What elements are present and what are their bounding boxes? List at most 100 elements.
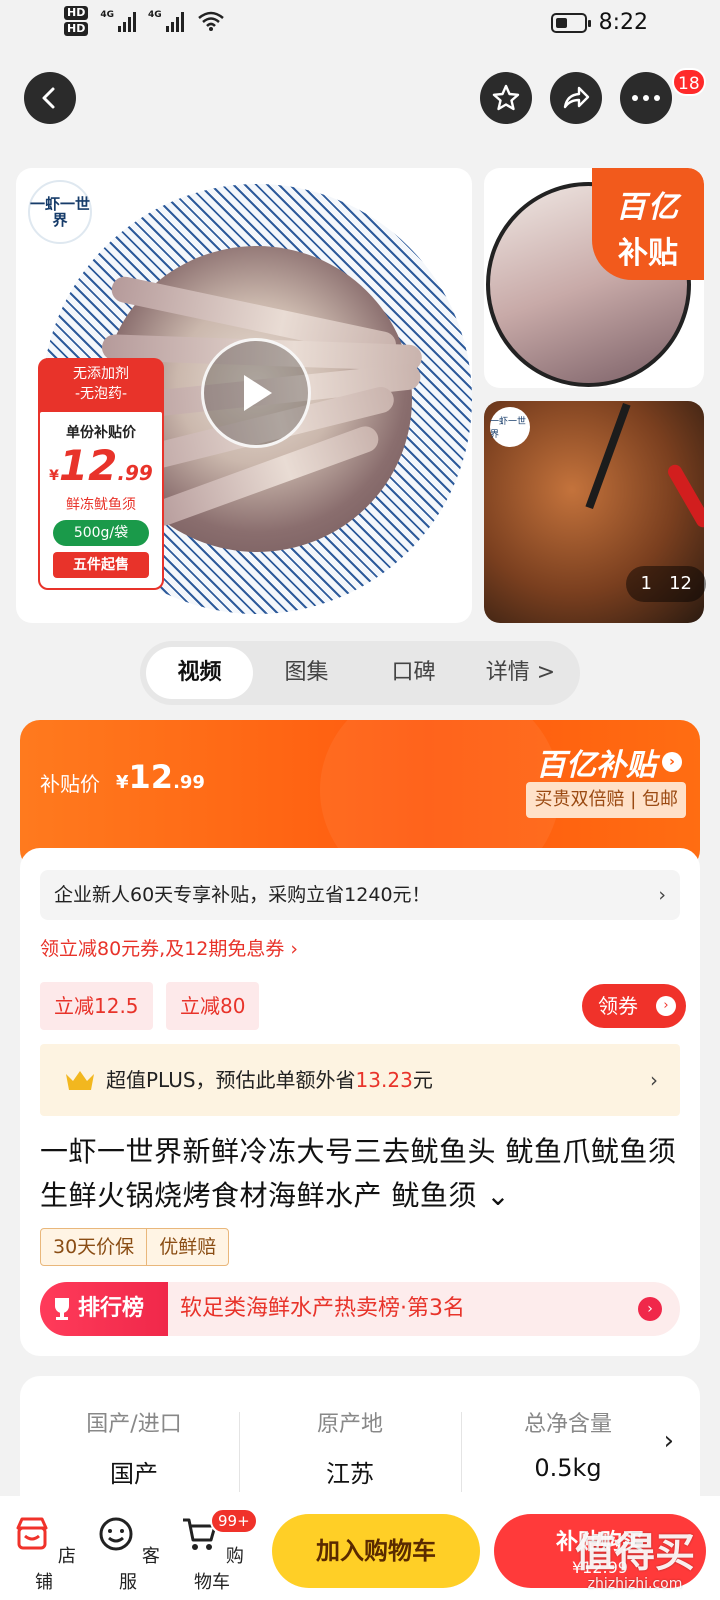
- media-tabs: 视频 图集 口碑 详情 >: [140, 641, 580, 705]
- share-icon: [563, 86, 590, 109]
- price-card-overlay: 无添加剂 -无泡药- 单份补贴价 ¥ 12 .99 鲜冻鱿鱼须 500g/袋 五…: [38, 358, 164, 590]
- status-right: 8:22: [550, 10, 648, 35]
- shop-icon: [16, 1517, 48, 1550]
- get-coupon-label: 领券: [598, 994, 638, 1018]
- watermark-main: 值得买: [575, 1530, 695, 1576]
- wifi-icon: [197, 11, 224, 31]
- star-icon: [492, 84, 520, 111]
- more-badge: 18: [672, 68, 706, 96]
- price-card-weight: 500g/袋: [53, 520, 149, 546]
- chevron-right-icon: ›: [663, 1426, 674, 1456]
- sim2-label: 4G: [148, 10, 162, 20]
- signal-icon-1: 4G: [100, 10, 136, 32]
- promo-stamp-line2: -无泡药-: [74, 386, 128, 402]
- spec-value: 江苏: [326, 1460, 374, 1488]
- price-card-currency: ¥: [49, 468, 59, 484]
- spec-key: 总净含量: [523, 1412, 612, 1437]
- watermark: 值得买 zhizhizhi.com: [560, 1530, 710, 1600]
- play-icon: [244, 375, 272, 411]
- hd-badges: HD HD: [64, 6, 89, 36]
- plus-prefix: 超值PLUS，预估此单额外省: [106, 1068, 356, 1092]
- ranking-badge: 排行榜: [40, 1282, 168, 1336]
- shop-button[interactable]: 店铺: [4, 1514, 84, 1594]
- tab-details[interactable]: 详情 >: [467, 647, 574, 699]
- service-tag-fresh-guarantee: 优鲜赔: [146, 1229, 228, 1265]
- subsidy-price-currency: ¥: [116, 772, 129, 793]
- price-card-price: ¥ 12 .99: [40, 444, 162, 488]
- battery-fill: [555, 17, 567, 28]
- signal-icon-2: 4G: [148, 10, 184, 32]
- add-to-cart-button[interactable]: 加入购物车: [272, 1514, 480, 1588]
- promo-stamp: 无添加剂 -无泡药-: [38, 358, 164, 414]
- subsidy-price: ¥ 12 .99: [116, 758, 205, 796]
- brand-logo: 一虾一世界: [28, 180, 92, 244]
- subsidy-badge: 百亿 补贴: [592, 168, 704, 280]
- tab-reviews[interactable]: 口碑: [360, 647, 467, 699]
- price-card-name: 鲜冻鱿鱼须: [66, 497, 136, 513]
- chevron-right-icon: ›: [650, 1068, 658, 1092]
- spec-value: 0.5kg: [534, 1454, 602, 1482]
- new-user-subsidy-row[interactable]: 企业新人60天专享补贴，采购立省1240元！ ›: [40, 870, 680, 920]
- tab-video[interactable]: 视频: [146, 647, 253, 699]
- thumb-brand-logo: 一虾一世界: [490, 407, 530, 447]
- guarantee-tag: 买贵双倍赔 | 包邮: [526, 782, 686, 818]
- favorite-button[interactable]: [480, 72, 532, 124]
- price-card-integer: 12: [58, 441, 118, 490]
- service-tags[interactable]: 30天价保 优鲜赔: [40, 1228, 230, 1266]
- discount-tag-2: 立减80: [166, 982, 260, 1030]
- chevron-right-icon: ›: [662, 752, 682, 772]
- customer-service-button[interactable]: 客服: [88, 1514, 168, 1594]
- plus-savings-row[interactable]: 超值PLUS，预估此单额外省13.23元 ›: [40, 1044, 680, 1116]
- product-title[interactable]: 一虾一世界新鲜冷冻大号三去鱿鱼头 鱿鱼爪鱿鱼须生鲜火锅烧烤食材海鲜水产 鱿鱼须 …: [40, 1130, 680, 1218]
- promo-stamp-line1: 无添加剂: [73, 366, 129, 382]
- image-counter-total: 12: [669, 573, 692, 594]
- status-left: HD HD 4G 4G: [64, 6, 224, 36]
- customer-service-icon: [99, 1517, 133, 1551]
- trophy-icon: [55, 1298, 69, 1320]
- service-tag-price-protect: 30天价保: [53, 1236, 135, 1258]
- ranking-text: 软足类海鲜水产热卖榜·第3名: [180, 1296, 465, 1321]
- ranking-badge-label: 排行榜: [78, 1296, 145, 1321]
- gallery-main-video[interactable]: 一虾一世界 无添加剂 -无泡药- 单份补贴价 ¥ 12 .99 鲜冻鱿鱼须 50…: [16, 168, 472, 623]
- tab-gallery[interactable]: 图集: [253, 647, 360, 699]
- spec-origin-type: 国产/进口 国产: [34, 1406, 234, 1489]
- back-arrow-icon: [42, 87, 55, 109]
- sim1-label: 4G: [100, 10, 114, 20]
- specs-card[interactable]: 国产/进口 国产 原产地 江苏 总净含量 0.5kg ›: [20, 1376, 700, 1506]
- hd-badge-1: HD: [64, 6, 89, 20]
- subsidy-price-integer: 12: [128, 758, 174, 796]
- subsidy-badge-line2: 补贴: [618, 236, 678, 271]
- price-card-decimal: .99: [117, 461, 153, 485]
- plus-suffix: 元: [412, 1068, 433, 1092]
- subsidy-price-label: 补贴价: [40, 772, 100, 796]
- chevron-right-icon: ›: [658, 884, 666, 906]
- watermark-sub: zhizhizhi.com: [587, 1576, 683, 1592]
- status-time: 8:22: [598, 10, 648, 35]
- status-bar: HD HD 4G 4G 8:22: [0, 0, 720, 50]
- subsidy-badge-line1: 百亿: [616, 190, 680, 225]
- subsidy-brand-text: 百亿补贴: [536, 748, 656, 783]
- chevron-right-icon: ›: [638, 1297, 662, 1321]
- image-counter: 1 12: [626, 566, 706, 602]
- ranking-bar[interactable]: 排行榜 软足类海鲜水产热卖榜·第3名 ›: [40, 1282, 680, 1336]
- plus-amount: 13.23: [355, 1068, 413, 1092]
- image-counter-current: 1: [640, 573, 652, 594]
- get-coupon-button[interactable]: 领券 ›: [582, 984, 686, 1028]
- product-info-card: 企业新人60天专享补贴，采购立省1240元！ › 领立减80元券,及12期免息券…: [20, 848, 700, 1356]
- coupon-link[interactable]: 领立减80元券,及12期免息券 ›: [40, 934, 298, 961]
- back-button[interactable]: [24, 72, 76, 124]
- share-button[interactable]: [550, 72, 602, 124]
- crown-icon: [66, 1071, 94, 1090]
- play-button[interactable]: [201, 338, 311, 448]
- new-user-text: 企业新人60天专享补贴，采购立省1240元！: [54, 884, 431, 906]
- subsidy-brand-link[interactable]: 百亿补贴 ›: [536, 740, 682, 784]
- spec-key: 国产/进口: [86, 1412, 182, 1437]
- spec-key: 原产地: [316, 1412, 383, 1437]
- hd-badge-2: HD: [64, 22, 89, 36]
- price-card-min-order: 五件起售: [53, 552, 149, 578]
- more-button[interactable]: [620, 72, 672, 124]
- spec-net-weight: 总净含量 0.5kg: [468, 1406, 668, 1482]
- spec-value: 国产: [110, 1460, 158, 1488]
- gallery-thumb-1[interactable]: 百亿 补贴: [484, 168, 704, 388]
- subsidy-price-decimal: .99: [173, 772, 205, 793]
